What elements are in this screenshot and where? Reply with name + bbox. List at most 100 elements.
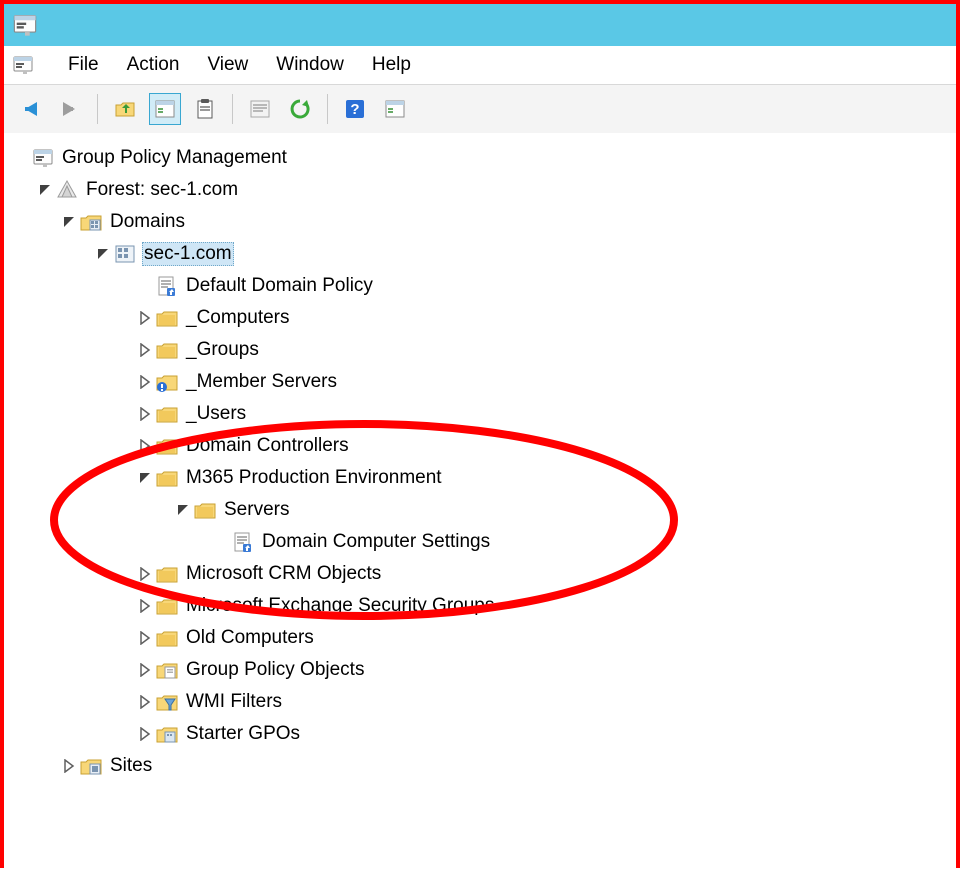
- up-one-level-button[interactable]: [109, 93, 141, 125]
- expand-icon[interactable]: [138, 311, 152, 325]
- menu-help[interactable]: Help: [372, 54, 411, 76]
- toolbar: [4, 85, 956, 134]
- ou-folder-icon: [194, 499, 216, 521]
- tree-default-domain-policy[interactable]: Default Domain Policy: [8, 270, 952, 302]
- tree-pane: Group Policy Management Forest: sec-1.co…: [4, 134, 956, 882]
- expand-icon[interactable]: [138, 695, 152, 709]
- tree-ou-servers[interactable]: Servers: [8, 494, 952, 526]
- tree-forest[interactable]: Forest: sec-1.com: [8, 174, 952, 206]
- expand-icon[interactable]: [138, 439, 152, 453]
- ou-folder-icon: [156, 339, 178, 361]
- gpo-link-icon: [156, 275, 178, 297]
- refresh-button[interactable]: [284, 93, 316, 125]
- collapse-icon[interactable]: [96, 247, 110, 261]
- tree-sites[interactable]: Sites: [8, 750, 952, 782]
- tree-domain-sec1[interactable]: sec-1.com: [8, 238, 952, 270]
- starter-gpo-icon: [156, 723, 178, 745]
- tree-item-label: _Computers: [184, 306, 292, 330]
- collapse-icon[interactable]: [176, 503, 190, 517]
- collapse-icon[interactable]: [38, 183, 52, 197]
- toolbar-separator: [97, 94, 98, 124]
- tree-item-label: _Groups: [184, 338, 261, 362]
- gpo-link-icon: [232, 531, 254, 553]
- tree-item-label: _Member Servers: [184, 370, 339, 394]
- ou-folder-icon: [156, 563, 178, 585]
- ou-folder-icon: [156, 307, 178, 329]
- properties-button[interactable]: [244, 93, 276, 125]
- console-icon: [32, 147, 54, 169]
- tree-item-label: Starter GPOs: [184, 722, 302, 746]
- expand-icon[interactable]: [138, 343, 152, 357]
- tree-wmi-filters[interactable]: WMI Filters: [8, 686, 952, 718]
- ou-folder-icon: [156, 403, 178, 425]
- help-button[interactable]: [339, 93, 371, 125]
- tree-item-label: Domain Computer Settings: [260, 530, 492, 554]
- tree-ou-exchange-security-groups[interactable]: Microsoft Exchange Security Groups: [8, 590, 952, 622]
- tree-root[interactable]: Group Policy Management: [8, 142, 952, 174]
- collapse-icon[interactable]: [62, 215, 76, 229]
- expand-icon[interactable]: [138, 663, 152, 677]
- collapse-icon[interactable]: [138, 471, 152, 485]
- toolbar-separator: [232, 94, 233, 124]
- tree-item-label: M365 Production Environment: [184, 466, 444, 490]
- window: File Action View Window Help Group Polic…: [0, 0, 960, 868]
- tree-item-label: Microsoft Exchange Security Groups: [184, 594, 496, 618]
- tree-root-label: Group Policy Management: [60, 146, 289, 170]
- tree-domains-label: Domains: [108, 210, 187, 234]
- tree-domains[interactable]: Domains: [8, 206, 952, 238]
- nav-back-button[interactable]: [14, 93, 46, 125]
- menu-window[interactable]: Window: [276, 54, 344, 76]
- tree-ou-crm-objects[interactable]: Microsoft CRM Objects: [8, 558, 952, 590]
- tree-ou-m365-env[interactable]: M365 Production Environment: [8, 462, 952, 494]
- nav-forward-button[interactable]: [54, 93, 86, 125]
- domains-folder-icon: [80, 211, 102, 233]
- expand-icon[interactable]: [138, 631, 152, 645]
- action-pane-button[interactable]: [379, 93, 411, 125]
- tree-ou-member-servers[interactable]: _Member Servers: [8, 366, 952, 398]
- tree-forest-label: Forest: sec-1.com: [84, 178, 240, 202]
- wmi-filter-icon: [156, 691, 178, 713]
- clipboard-button[interactable]: [189, 93, 221, 125]
- expand-icon[interactable]: [138, 567, 152, 581]
- menu-action[interactable]: Action: [127, 54, 180, 76]
- tree-ou-groups[interactable]: _Groups: [8, 334, 952, 366]
- tree-item-label: Sites: [108, 754, 154, 778]
- tree-item-label: _Users: [184, 402, 248, 426]
- ou-folder-icon: [156, 627, 178, 649]
- tree-gpo-container[interactable]: Group Policy Objects: [8, 654, 952, 686]
- ou-folder-alert-icon: [156, 371, 178, 393]
- forest-icon: [56, 179, 78, 201]
- ou-folder-icon: [156, 467, 178, 489]
- expand-icon[interactable]: [138, 599, 152, 613]
- tree-gpo-domain-computer-settings[interactable]: Domain Computer Settings: [8, 526, 952, 558]
- tree-domain-label: sec-1.com: [142, 242, 234, 266]
- tree-starter-gpos[interactable]: Starter GPOs: [8, 718, 952, 750]
- domain-icon: [114, 243, 136, 265]
- expand-icon[interactable]: [138, 727, 152, 741]
- tree-item-label: WMI Filters: [184, 690, 284, 714]
- tree-item-label: Old Computers: [184, 626, 316, 650]
- toolbar-separator: [327, 94, 328, 124]
- menu-bar: File Action View Window Help: [4, 46, 956, 85]
- tree-item-label: Servers: [222, 498, 291, 522]
- expand-icon[interactable]: [62, 759, 76, 773]
- expand-icon[interactable]: [138, 407, 152, 421]
- ou-folder-icon: [156, 435, 178, 457]
- tree-item-label: Domain Controllers: [184, 434, 351, 458]
- app-icon: [12, 12, 38, 38]
- menu-file[interactable]: File: [68, 54, 99, 76]
- expand-icon[interactable]: [138, 375, 152, 389]
- tree-ou-users[interactable]: _Users: [8, 398, 952, 430]
- tree-ou-domain-controllers[interactable]: Domain Controllers: [8, 430, 952, 462]
- sites-folder-icon: [80, 755, 102, 777]
- menu-view[interactable]: View: [207, 54, 248, 76]
- menu-console-icon: [12, 54, 34, 76]
- tree-item-label: Microsoft CRM Objects: [184, 562, 383, 586]
- gpo-folder-icon: [156, 659, 178, 681]
- tree-item-label: Default Domain Policy: [184, 274, 375, 298]
- show-hide-tree-button[interactable]: [149, 93, 181, 125]
- tree-ou-computers[interactable]: _Computers: [8, 302, 952, 334]
- ou-folder-icon: [156, 595, 178, 617]
- title-bar: [4, 4, 956, 46]
- tree-ou-old-computers[interactable]: Old Computers: [8, 622, 952, 654]
